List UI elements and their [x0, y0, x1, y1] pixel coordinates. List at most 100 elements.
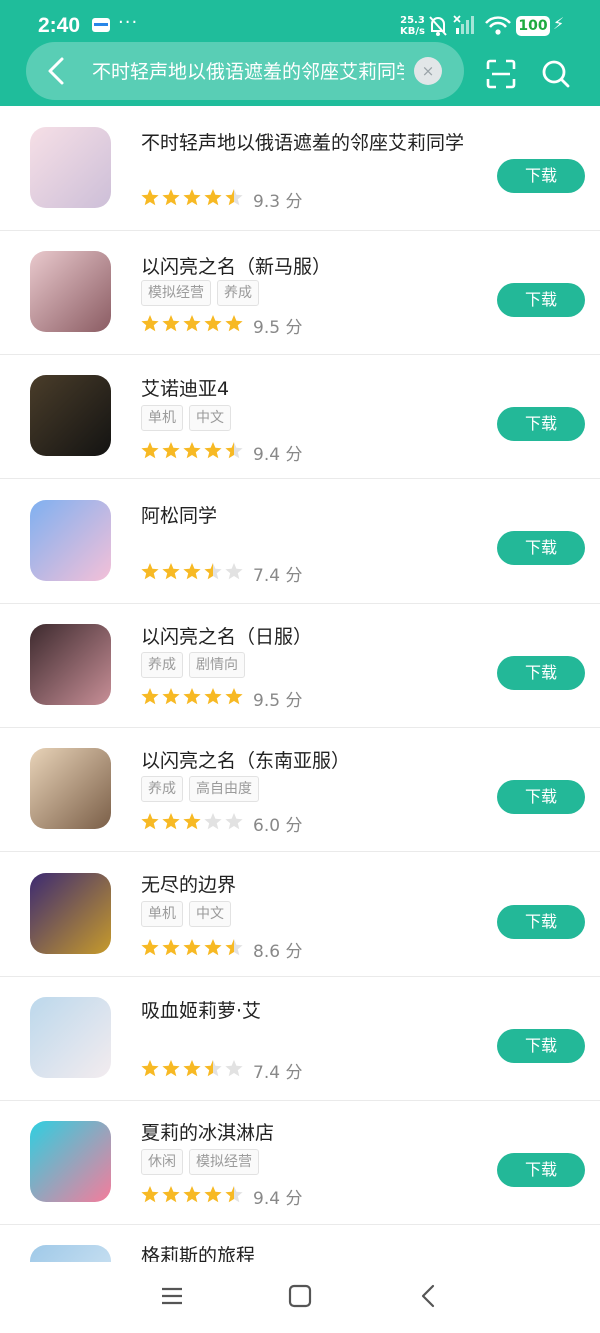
tag-row: 休闲 模拟经营 [141, 1149, 265, 1175]
stars-graphic [141, 813, 243, 830]
download-button[interactable]: 下载 [497, 159, 585, 193]
stars-graphic [141, 442, 243, 459]
download-button[interactable]: 下载 [497, 780, 585, 814]
game-icon[interactable] [30, 1121, 111, 1202]
star-icon [225, 813, 243, 830]
network-speed-unit: KB/s [400, 26, 425, 37]
star-icon [141, 1060, 159, 1077]
star-icon [225, 688, 243, 705]
star-icon [225, 189, 243, 206]
list-item[interactable]: 以闪亮之名（东南亚服） 养成 高自由度 6.0 分 下载 [0, 727, 600, 852]
signal-icon [453, 15, 474, 34]
tag: 单机 [141, 405, 183, 431]
list-item[interactable]: 吸血姬莉萝·艾 7.4 分 下载 [0, 976, 600, 1101]
list-item[interactable]: 夏莉的冰淇淋店 休闲 模拟经营 9.4 分 下载 [0, 1100, 600, 1225]
list-item[interactable]: 阿松同学 7.4 分 下载 [0, 479, 600, 604]
game-title: 无尽的边界 [141, 874, 237, 896]
back-icon[interactable] [416, 1284, 440, 1308]
game-title: 夏莉的冰淇淋店 [141, 1122, 275, 1144]
status-bar: 2:40 ··· 25.3 KB/s 100 ⚡ [0, 0, 600, 46]
star-icon [141, 939, 159, 956]
rating-score: 9.3 分 [253, 192, 303, 212]
tag: 养成 [217, 280, 259, 306]
star-rating [141, 686, 245, 708]
tag: 模拟经营 [141, 280, 211, 306]
star-icon [162, 1060, 180, 1077]
game-icon[interactable] [30, 251, 111, 332]
list-item[interactable]: 以闪亮之名（新马服） 模拟经营 养成 9.5 分 下载 [0, 230, 600, 355]
tag: 单机 [141, 901, 183, 927]
tag: 模拟经营 [189, 1149, 259, 1175]
download-button[interactable]: 下载 [497, 1153, 585, 1187]
star-icon [162, 688, 180, 705]
star-icon [141, 1186, 159, 1203]
scan-icon[interactable] [486, 59, 516, 89]
download-button[interactable]: 下载 [497, 531, 585, 565]
game-icon[interactable] [30, 624, 111, 705]
home-icon[interactable] [288, 1284, 312, 1308]
rating-score: 7.4 分 [253, 1063, 303, 1083]
header-bar: 2:40 ··· 25.3 KB/s 100 ⚡ 不时轻声地以俄语遮羞的邻座艾莉… [0, 0, 600, 106]
star-icon [204, 189, 222, 206]
star-icon [162, 563, 180, 580]
rating-score: 9.4 分 [253, 1189, 303, 1209]
list-item[interactable]: 无尽的边界 单机 中文 8.6 分 下载 [0, 852, 600, 977]
list-item[interactable]: 以闪亮之名（日服） 养成 剧情向 9.5 分 下载 [0, 603, 600, 728]
star-rating [141, 187, 245, 209]
game-icon[interactable] [30, 127, 111, 208]
star-icon [183, 442, 201, 459]
star-icon [204, 1060, 222, 1077]
star-rating [141, 937, 245, 959]
download-button[interactable]: 下载 [497, 905, 585, 939]
status-icons [429, 15, 511, 36]
star-icon [183, 189, 201, 206]
battery-indicator: 100 [516, 16, 550, 36]
game-icon[interactable] [30, 375, 111, 456]
search-icon[interactable] [541, 59, 571, 89]
game-icon[interactable] [30, 873, 111, 954]
game-title: 以闪亮之名（日服） [141, 626, 313, 648]
network-speed-value: 25.3 [400, 15, 425, 26]
list-item[interactable]: 不时轻声地以俄语遮羞的邻座艾莉同学 9.3 分 下载 [0, 106, 600, 231]
game-title: 以闪亮之名（东南亚服） [141, 750, 351, 772]
status-time: 2:40 [38, 14, 81, 37]
game-icon[interactable] [30, 997, 111, 1078]
tag: 中文 [189, 901, 231, 927]
game-icon[interactable] [30, 748, 111, 829]
star-icon [183, 1060, 201, 1077]
back-arrow-icon[interactable] [44, 53, 68, 89]
star-icon [183, 939, 201, 956]
download-button[interactable]: 下载 [497, 656, 585, 690]
list-item[interactable]: 艾诺迪亚4 单机 中文 9.4 分 下载 [0, 354, 600, 479]
wifi-icon [485, 16, 511, 35]
star-icon [183, 315, 201, 332]
download-button[interactable]: 下载 [497, 1029, 585, 1063]
download-button[interactable]: 下载 [497, 283, 585, 317]
star-icon [162, 315, 180, 332]
star-icon [204, 315, 222, 332]
rating-score: 9.4 分 [253, 445, 303, 465]
network-speed: 25.3 KB/s [400, 15, 425, 37]
tag: 养成 [141, 776, 183, 802]
game-title: 阿松同学 [141, 505, 218, 527]
stars-graphic [141, 189, 243, 206]
menu-icon[interactable] [160, 1284, 184, 1308]
star-rating [141, 811, 245, 833]
stars-graphic [141, 939, 243, 956]
stars-graphic [141, 1060, 243, 1077]
game-title: 吸血姬莉萝·艾 [141, 1000, 262, 1022]
list-item[interactable]: 格莉斯的旅程 [0, 1224, 600, 1262]
search-input[interactable]: 不时轻声地以俄语遮羞的邻座艾莉同学 [92, 58, 404, 86]
card-icon [92, 18, 110, 32]
tag: 剧情向 [189, 652, 245, 678]
game-icon[interactable] [30, 500, 111, 581]
game-icon[interactable] [30, 1245, 111, 1262]
star-rating [141, 561, 245, 583]
star-icon [225, 563, 243, 580]
star-icon [162, 442, 180, 459]
game-title: 艾诺迪亚4 [141, 378, 230, 400]
clear-search-button[interactable]: × [414, 57, 442, 85]
star-icon [225, 315, 243, 332]
download-button[interactable]: 下载 [497, 407, 585, 441]
stars-graphic [141, 688, 243, 705]
